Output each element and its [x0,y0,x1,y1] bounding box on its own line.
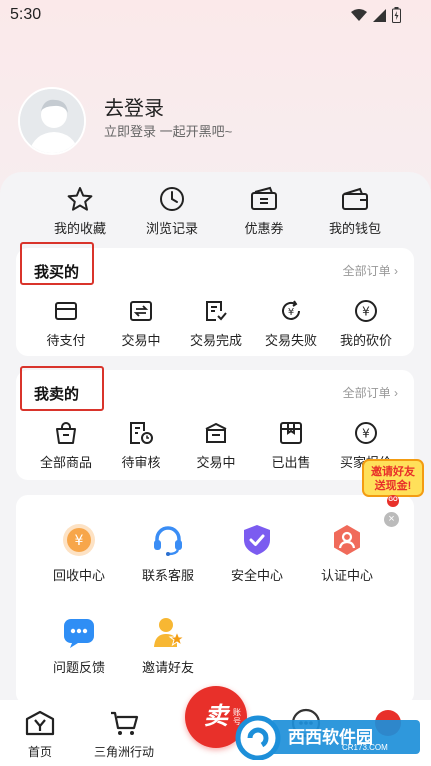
sell-item-under-review[interactable]: 待审核 [103,420,179,471]
buy-section: 我买的 全部订单 › 待支付 交易中 交易完成 ¥ 交易失败 ¥ 我的砍价 [16,242,414,356]
sell-item-sold[interactable]: 已出售 [253,420,329,471]
buy-item-label: 交易中 [121,333,161,348]
service-feedback[interactable]: 问题反馈 [34,615,124,676]
star-icon [67,187,93,211]
sell-item-label: 待审核 [121,455,161,470]
nav-game[interactable]: 三角洲行动 [94,710,154,760]
quick-item-favorites[interactable]: 我的收藏 [35,185,125,237]
close-icon: × [388,513,395,525]
sold-icon [280,422,302,444]
watermark-logo: 西西软件园 CR173.COM [232,712,424,761]
wifi-icon [351,8,367,21]
sell-button-label: 卖 [204,703,228,730]
login-title[interactable]: 去登录 [104,92,164,121]
svg-text:¥: ¥ [362,305,370,319]
buy-item-label: 交易失败 [264,333,317,348]
sell-item-label: 交易中 [196,455,236,470]
battery-icon [392,7,401,23]
quick-item-label: 我的收藏 [53,221,106,236]
watermark-url: CR173.COM [342,743,388,752]
buy-item-label: 待支付 [46,333,86,348]
svg-text:¥: ¥ [288,307,294,318]
review-icon [130,422,153,444]
service-customer-support[interactable]: 联系客服 [123,523,213,584]
buy-item-label: 交易完成 [189,333,242,348]
recycle-yuan-icon: ¥ [63,524,95,556]
service-label: 联系客服 [141,568,194,583]
refund-icon: ¥ [282,300,300,320]
sell-item-label: 全部商品 [39,455,92,470]
promo-close-button[interactable]: × [384,512,399,527]
svg-text:¥: ¥ [362,427,370,441]
clock-icon [160,187,184,211]
shield-icon [244,525,270,555]
buy-item-label: 我的砍价 [339,333,392,348]
buy-item-in-progress[interactable]: 交易中 [103,298,179,349]
service-label: 认证中心 [320,568,373,583]
service-recycle-center[interactable]: ¥ 回收中心 [34,523,124,584]
quick-item-label: 优惠券 [244,221,284,236]
signal-icon [373,8,386,22]
nav-home[interactable]: 首页 [25,710,55,760]
sell-section-title: 我卖的 [34,386,80,403]
quick-actions: 我的收藏 浏览记录 优惠券 我的钱包 [0,185,431,240]
sell-section: 我卖的 全部订单 › 全部商品 待审核 交易中 已出售 ¥ 买家报价 [16,366,414,480]
quick-item-history[interactable]: 浏览记录 [127,185,217,237]
buy-item-failed[interactable]: ¥ 交易失败 [253,298,329,349]
service-security-center[interactable]: 安全中心 [212,523,302,584]
done-doc-icon [206,301,227,321]
login-subtitle: 立即登录 一起开黑吧~ [104,124,233,139]
buy-item-pending-payment[interactable]: 待支付 [28,298,104,349]
promo-go-badge: GO [388,497,398,503]
services-card: ¥ 回收中心 联系客服 安全中心 认证中心 问题反馈 邀请好友 [16,495,414,705]
wallet-icon [342,187,368,210]
chevron-right-icon: › [394,386,398,400]
avatar[interactable] [18,87,86,155]
buy-section-title: 我买的 [34,264,80,281]
service-verification-center[interactable]: 认证中心 [302,523,392,584]
service-label: 问题反馈 [52,660,105,675]
svg-text:¥: ¥ [75,533,84,549]
service-label: 安全中心 [230,568,283,583]
quick-item-label: 浏览记录 [145,221,198,236]
home-logo-icon [25,710,55,736]
service-label: 邀请好友 [141,660,194,675]
cart-icon [111,711,139,735]
buy-item-completed[interactable]: 交易完成 [178,298,254,349]
nav-home-label: 首页 [27,745,52,759]
coupon-icon [251,186,277,210]
quick-item-wallet[interactable]: 我的钱包 [310,185,400,237]
avatar-placeholder-icon [20,89,84,153]
invite-promo-banner[interactable]: 邀请好友 送现金! GO [362,458,424,508]
chat-icon [64,619,94,648]
bag-icon [56,422,76,444]
invite-icon [154,618,185,647]
sell-all-orders-label: 全部订单 [342,386,391,400]
status-icons [351,7,401,23]
sell-item-label: 已出售 [271,455,311,470]
box-icon [205,422,227,443]
promo-line2: 送现金! [374,480,412,492]
verify-icon [334,525,360,555]
headset-icon [154,526,182,556]
sell-item-in-progress[interactable]: 交易中 [178,420,254,471]
sell-all-orders-link[interactable]: 全部订单 › [343,384,398,401]
service-invite-friends[interactable]: 邀请好友 [123,615,213,676]
yuan-icon: ¥ [355,300,377,322]
quick-item-label: 我的钱包 [328,221,381,236]
card-icon [55,302,77,320]
exchange-icon [130,301,152,321]
status-time: 5:30 [10,6,42,23]
service-label: 回收中心 [52,568,105,583]
buy-all-orders-label: 全部订单 [342,264,391,278]
status-bar: 5:30 [0,0,431,30]
yuan-icon: ¥ [355,422,377,444]
nav-game-label: 三角洲行动 [94,745,155,759]
buy-all-orders-link[interactable]: 全部订单 › [343,262,398,279]
chevron-right-icon: › [394,264,398,278]
buy-item-bargain[interactable]: ¥ 我的砍价 [328,298,404,349]
sell-item-all-goods[interactable]: 全部商品 [28,420,104,471]
quick-item-coupons[interactable]: 优惠券 [219,185,309,237]
